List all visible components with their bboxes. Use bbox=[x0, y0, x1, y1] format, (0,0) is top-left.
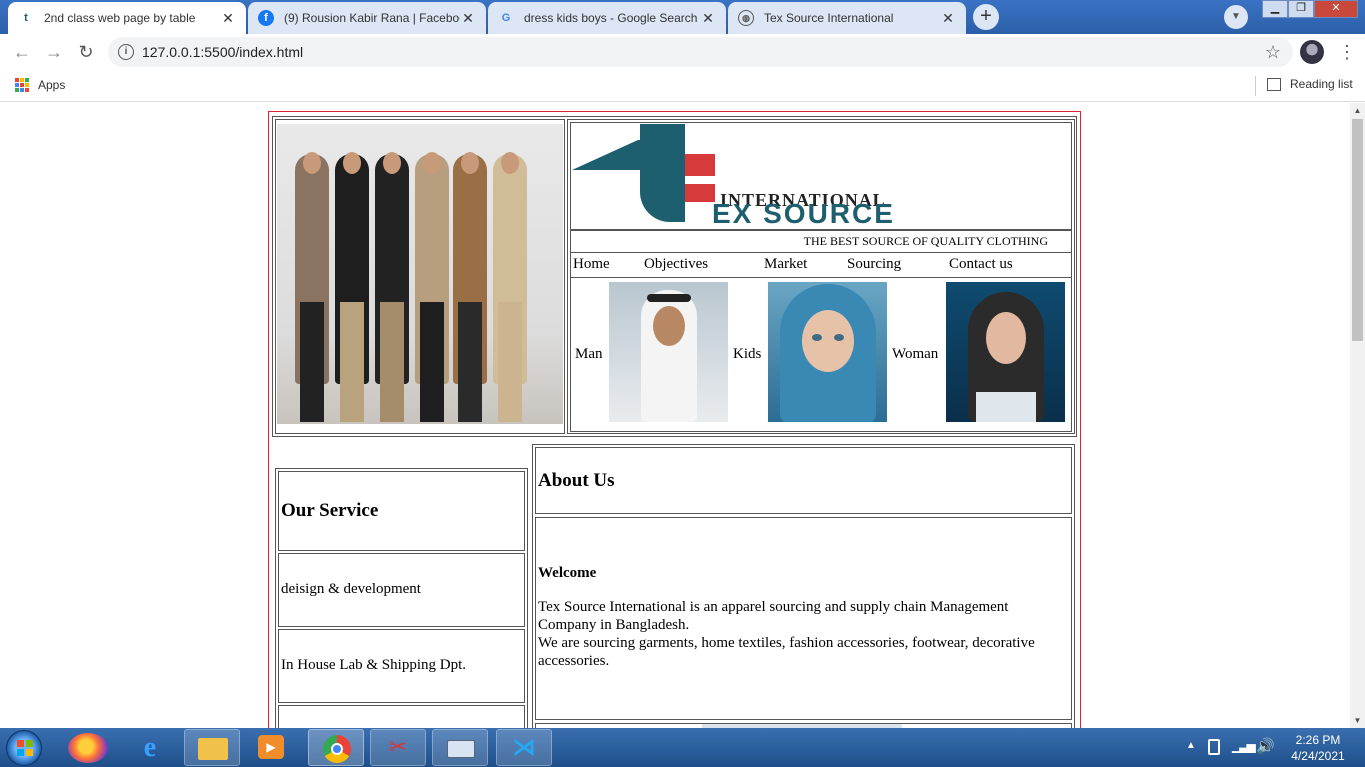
model-figure bbox=[453, 152, 487, 422]
reload-icon[interactable]: ↻ bbox=[74, 40, 98, 64]
about-paragraph: Tex Source International is an apparel s… bbox=[538, 599, 1009, 633]
tab-title: (9) Rousion Kabir Rana | Facebook bbox=[284, 11, 460, 25]
start-button[interactable] bbox=[6, 730, 42, 766]
apps-link[interactable]: Apps bbox=[38, 78, 65, 92]
new-tab-button[interactable]: + bbox=[973, 4, 999, 30]
minimize-button[interactable]: ▁ bbox=[1262, 0, 1288, 18]
address-bar[interactable]: i 127.0.0.1:5500/index.html ☆ bbox=[108, 37, 1293, 67]
close-icon[interactable]: ✕ bbox=[700, 10, 716, 27]
clock-time: 2:26 PM bbox=[1295, 733, 1341, 747]
file-explorer-button[interactable] bbox=[184, 729, 240, 766]
globe-icon: ◍ bbox=[738, 10, 754, 26]
nav-market[interactable]: Market bbox=[764, 256, 807, 273]
site-info-icon[interactable]: i bbox=[118, 44, 134, 60]
model-figure bbox=[375, 152, 409, 422]
reading-list-icon[interactable] bbox=[1267, 78, 1281, 91]
tab-tex-source[interactable]: ◍ Tex Source International ✕ bbox=[728, 2, 966, 34]
reading-list-link[interactable]: Reading list bbox=[1290, 77, 1353, 91]
network-icon[interactable]: ▁▃▅ bbox=[1232, 739, 1256, 753]
woman-category-image[interactable] bbox=[946, 282, 1065, 422]
show-hidden-icons[interactable]: ▲ bbox=[1186, 740, 1196, 751]
maximize-button[interactable]: ❐ bbox=[1288, 0, 1314, 18]
chrome-icon bbox=[323, 735, 351, 763]
tab-active[interactable]: t 2nd class web page by table ✕ bbox=[8, 2, 246, 34]
tab-facebook[interactable]: f (9) Rousion Kabir Rana | Facebook ✕ bbox=[248, 2, 486, 34]
close-icon[interactable]: ✕ bbox=[220, 10, 236, 27]
volume-icon[interactable]: 🔊 bbox=[1256, 737, 1275, 755]
model-figure bbox=[493, 152, 527, 422]
google-icon: G bbox=[501, 12, 511, 24]
forward-arrow-icon[interactable]: → bbox=[42, 40, 66, 64]
chrome-button[interactable] bbox=[308, 729, 364, 766]
categories-row: Man Kids Woman bbox=[572, 278, 1070, 430]
vscode-icon[interactable]: ⋊ bbox=[496, 729, 552, 766]
media-player-icon[interactable]: ▶ bbox=[258, 735, 284, 759]
service-item-cell: In House Lab & Shipping Dpt. bbox=[278, 629, 525, 703]
about-paragraph: We are sourcing garments, home textiles,… bbox=[538, 635, 1035, 669]
tab-title: Tex Source International bbox=[764, 11, 894, 25]
window-close-button[interactable]: ✕ bbox=[1314, 0, 1358, 18]
scrollbar-thumb[interactable] bbox=[1352, 119, 1363, 341]
divider bbox=[1255, 76, 1256, 96]
profile-avatar[interactable] bbox=[1300, 40, 1324, 64]
models-group-photo bbox=[277, 124, 563, 424]
device-icon[interactable] bbox=[1208, 739, 1220, 755]
nav-objectives[interactable]: Objectives bbox=[644, 256, 708, 273]
category-man-label[interactable]: Man bbox=[575, 346, 603, 363]
close-icon[interactable]: ✕ bbox=[940, 10, 956, 27]
nav-home[interactable]: Home bbox=[573, 256, 610, 273]
scroll-down-arrow-icon[interactable]: ▼ bbox=[1350, 713, 1365, 728]
about-heading-cell: About Us bbox=[535, 447, 1072, 514]
about-heading: About Us bbox=[538, 470, 615, 491]
service-item-cell: deisign & development bbox=[278, 553, 525, 627]
service-heading: Our Service bbox=[281, 500, 379, 521]
man-category-image[interactable] bbox=[609, 282, 728, 422]
page-scrollbar[interactable]: ▲ ▼ bbox=[1350, 103, 1365, 728]
nav-sourcing[interactable]: Sourcing bbox=[847, 256, 901, 273]
service-item-cell bbox=[278, 705, 525, 728]
tab-strip: t 2nd class web page by table ✕ f (9) Ro… bbox=[0, 0, 1365, 34]
apps-grid-icon[interactable] bbox=[15, 78, 29, 92]
category-woman-label[interactable]: Woman bbox=[892, 346, 938, 363]
clock-date: 4/24/2021 bbox=[1291, 749, 1345, 763]
about-body-cell: Welcome Tex Source International is an a… bbox=[535, 517, 1072, 720]
facebook-icon: f bbox=[258, 10, 274, 26]
keyboard-button[interactable] bbox=[432, 729, 488, 766]
bookmark-star-icon[interactable]: ☆ bbox=[1265, 37, 1281, 67]
model-figure bbox=[295, 152, 329, 422]
model-figure bbox=[415, 152, 449, 422]
tagline: THE BEST SOURCE OF QUALITY CLOTHING bbox=[803, 234, 1048, 248]
tab-title: dress kids boys - Google Search bbox=[524, 11, 698, 25]
internet-explorer-icon[interactable]: e bbox=[133, 732, 167, 764]
welcome-text: Welcome bbox=[538, 565, 597, 581]
firefox-icon[interactable] bbox=[68, 733, 108, 763]
tex-logo-favicon-icon: t bbox=[24, 12, 28, 24]
snipping-tool-icon[interactable]: ✂ bbox=[370, 729, 426, 766]
service-heading-cell: Our Service bbox=[278, 471, 525, 551]
bookmarks-bar: Apps Reading list bbox=[0, 70, 1365, 102]
url-text: 127.0.0.1:5500/index.html bbox=[142, 44, 304, 60]
taskbar: e ▶ ✂ ⋊ ▲ ▁▃▅ 🔊 2:26 PM 4/24/2021 bbox=[0, 728, 1365, 767]
back-arrow-icon[interactable]: ← bbox=[10, 40, 34, 64]
kids-category-image[interactable] bbox=[768, 282, 887, 422]
logo-line-2: EX SOURCE bbox=[712, 198, 895, 228]
tex-source-logo: INTERNATIONAL EX SOURCE bbox=[572, 124, 1070, 228]
main-nav: Home Objectives Market Sourcing Contact … bbox=[572, 254, 1070, 276]
tab-search-button[interactable]: ▼ bbox=[1224, 5, 1248, 29]
service-item: deisign & development bbox=[281, 581, 421, 597]
category-kids-label[interactable]: Kids bbox=[733, 346, 761, 363]
tab-title: 2nd class web page by table bbox=[44, 11, 196, 25]
tab-google-search[interactable]: G dress kids boys - Google Search ✕ bbox=[488, 2, 726, 34]
file-explorer-icon bbox=[198, 738, 228, 760]
browser-toolbar: ← → ↻ i 127.0.0.1:5500/index.html ☆ ⋮ bbox=[0, 34, 1365, 70]
keyboard-icon bbox=[447, 740, 475, 758]
system-clock[interactable]: 2:26 PM 4/24/2021 bbox=[1280, 732, 1356, 764]
nav-contact-us[interactable]: Contact us bbox=[949, 256, 1013, 273]
service-item: In House Lab & Shipping Dpt. bbox=[281, 657, 466, 673]
page-viewport: INTERNATIONAL EX SOURCE THE BEST SOURCE … bbox=[0, 103, 1350, 728]
model-figure bbox=[335, 152, 369, 422]
scroll-up-arrow-icon[interactable]: ▲ bbox=[1350, 103, 1365, 118]
more-menu-icon[interactable]: ⋮ bbox=[1338, 40, 1356, 64]
close-icon[interactable]: ✕ bbox=[460, 10, 476, 27]
